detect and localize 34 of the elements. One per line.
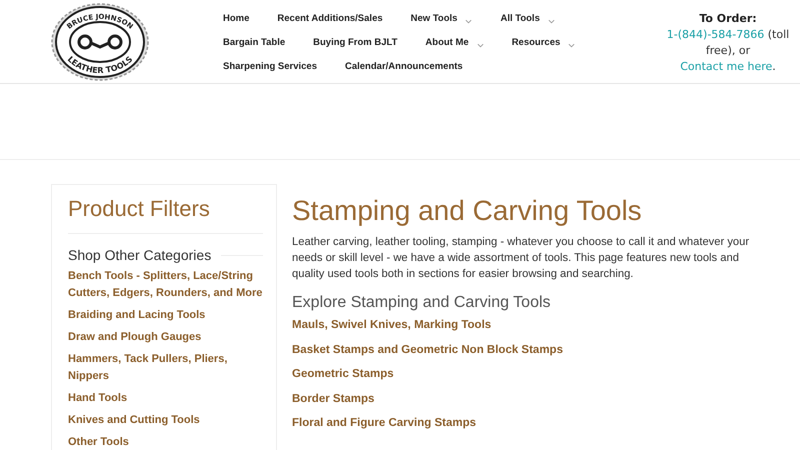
phone-link[interactable]: 1-(844)-584-7866: [666, 28, 764, 41]
category-link[interactable]: Floral and Figure Carving Stamps: [292, 415, 757, 431]
category-link[interactable]: Bench Tools - Splitters, Lace/String Cutters, Edgers, Rounders, and More: [68, 268, 263, 302]
nav-link[interactable]: New Tools: [410, 12, 458, 26]
caret-icon[interactable]: [548, 18, 555, 24]
nav-link[interactable]: Home: [223, 12, 250, 26]
page-title: Stamping and Carving Tools: [292, 194, 643, 228]
nav-link[interactable]: Recent Additions/Sales: [277, 12, 383, 26]
category-link[interactable]: Hammers, Tack Pullers, Pliers, Nippers: [68, 351, 263, 385]
category-link[interactable]: Knives and Cutting Tools: [68, 412, 263, 429]
section-title: Shop Other Categories: [68, 246, 212, 264]
category-link[interactable]: Border Stamps: [292, 390, 757, 406]
intro-text: Leather carving, leather tooling, stamping - whatever you choose to call it and whatever your needs or skill level - we have a wide assortment of tools. This page features new tools and quality used tools both in sections for easier browsing and searching.: [292, 235, 750, 282]
caret-icon[interactable]: [568, 42, 576, 48]
category-link[interactable]: Geometric Stamps: [292, 366, 757, 382]
nav-link[interactable]: Bargain Table: [223, 36, 286, 50]
caret-icon[interactable]: [465, 18, 472, 24]
category-link[interactable]: Braiding and Lacing Tools: [68, 307, 263, 324]
category-link[interactable]: Draw and Plough Gauges: [68, 329, 263, 346]
order-info: To Order: 1-(844)-584-7866 (toll free), or Contact me here.: [666, 11, 790, 75]
caret-icon[interactable]: [476, 42, 484, 48]
category-link[interactable]: Mauls, Swivel Knives, Marking Tools: [292, 317, 757, 333]
nav-link[interactable]: Buying From BJLT: [313, 36, 398, 50]
nav-link[interactable]: Resources: [512, 36, 560, 50]
category-link[interactable]: Hand Tools: [68, 390, 263, 407]
section-title: Explore Stamping and Carving Tools: [292, 293, 552, 313]
nav-link[interactable]: About Me: [425, 36, 469, 50]
nav-link[interactable]: All Tools: [500, 12, 540, 26]
nav-link[interactable]: Sharpening Services: [223, 60, 317, 74]
category-link[interactable]: Basket Stamps and Geometric Non Block Stamps: [292, 342, 757, 358]
sidebar-title: Product Filters: [68, 195, 211, 223]
category-link[interactable]: Other Tools: [68, 434, 263, 450]
nav-link[interactable]: Calendar/Announcements: [344, 60, 463, 74]
contact-link[interactable]: Contact me here: [680, 60, 772, 73]
